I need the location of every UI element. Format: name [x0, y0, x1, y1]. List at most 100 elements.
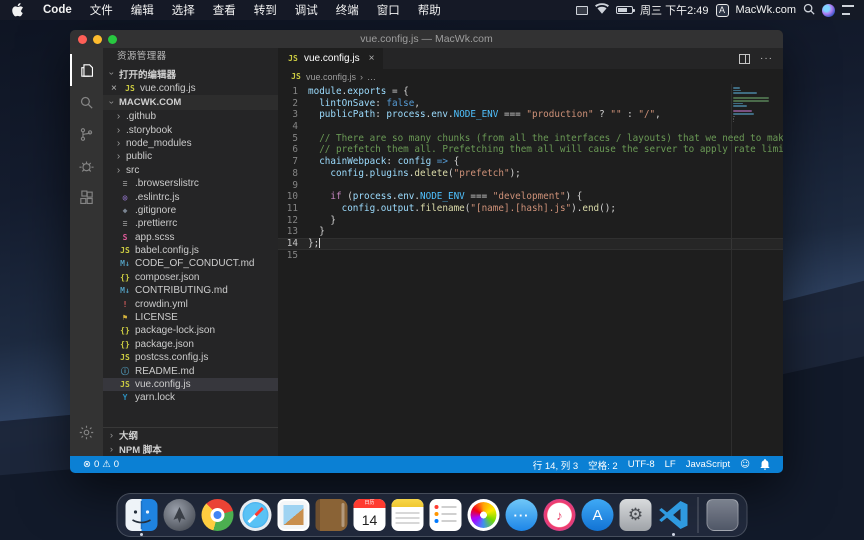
menu-item-5[interactable]: 调试: [286, 5, 327, 17]
status-item-0[interactable]: 行 14, 列 3: [528, 458, 583, 472]
file-row-babel.config.js[interactable]: JSbabel.config.js: [103, 244, 278, 257]
status-item-2[interactable]: UTF-8: [623, 459, 660, 470]
extensions-icon[interactable]: [70, 182, 103, 214]
file-row-package-lock.json[interactable]: {}package-lock.json: [103, 324, 278, 337]
folder-row-node_modules[interactable]: ›node_modules: [103, 137, 278, 150]
battery-icon[interactable]: [616, 6, 633, 14]
file-row-composer.json[interactable]: {}composer.json: [103, 271, 278, 284]
file-row-yarn.lock[interactable]: Yyarn.lock: [103, 391, 278, 404]
feedback-smiley-icon[interactable]: ☺: [735, 459, 755, 470]
open-editor-item[interactable]: × JS vue.config.js: [103, 81, 278, 95]
menu-item-3[interactable]: 查看: [204, 5, 245, 17]
input-method-icon[interactable]: A: [716, 4, 729, 17]
menu-item-4[interactable]: 转到: [245, 5, 286, 17]
display-icon[interactable]: [576, 6, 588, 15]
file-row-postcss.config.js[interactable]: JSpostcss.config.js: [103, 351, 278, 364]
code-line-8[interactable]: 8 config.plugins.delete("prefetch");: [278, 168, 783, 180]
code-line-4[interactable]: 4: [278, 121, 783, 133]
file-row-.eslintrc.js[interactable]: ◎.eslintrc.js: [103, 190, 278, 203]
code-line-11[interactable]: 11 config.output.filename("[name].[hash]…: [278, 203, 783, 215]
file-row-README.md[interactable]: ⓘREADME.md: [103, 364, 278, 377]
source-control-icon[interactable]: [70, 118, 103, 150]
file-row-.browserslistrc[interactable]: ≡.browserslistrc: [103, 177, 278, 190]
code-line-1[interactable]: 1module.exports = {: [278, 86, 783, 98]
spotlight-icon[interactable]: [803, 3, 815, 18]
file-row-CODE_OF_CONDUCT.md[interactable]: M↓CODE_OF_CONDUCT.md: [103, 257, 278, 270]
explorer-icon[interactable]: [70, 54, 103, 86]
breadcrumb[interactable]: JS vue.config.js › …: [278, 69, 783, 84]
close-icon[interactable]: ×: [111, 83, 120, 94]
dock-safari-icon[interactable]: [239, 498, 273, 532]
menu-item-6[interactable]: 终端: [327, 5, 368, 17]
code-line-9[interactable]: 9: [278, 180, 783, 192]
manage-gear-icon[interactable]: [70, 416, 103, 448]
tab-close-icon[interactable]: ×: [369, 53, 375, 64]
folder-row-src[interactable]: ›src: [103, 164, 278, 177]
menu-item-0[interactable]: 文件: [81, 5, 122, 17]
menu-clock[interactable]: 周三 下午2:49: [640, 2, 708, 18]
code-line-13[interactable]: 13 }: [278, 226, 783, 238]
code-line-3[interactable]: 3 publicPath: process.env.NODE_ENV === "…: [278, 109, 783, 121]
siri-icon[interactable]: [822, 4, 835, 17]
file-row-package.json[interactable]: {}package.json: [103, 338, 278, 351]
dock-chrome-icon[interactable]: [201, 498, 235, 532]
dock-system-preferences-icon[interactable]: [619, 498, 653, 532]
file-row-.prettierrc[interactable]: ≡.prettierrc: [103, 217, 278, 230]
dock-trash-icon[interactable]: [706, 498, 740, 532]
project-section-header[interactable]: › MACWK.COM: [103, 95, 278, 110]
dock-messages-icon[interactable]: [505, 498, 539, 532]
code-line-12[interactable]: 12 }: [278, 215, 783, 227]
code-line-10[interactable]: 10 if (process.env.NODE_ENV === "develop…: [278, 191, 783, 203]
dock-reminders-icon[interactable]: [429, 498, 463, 532]
code-line-14[interactable]: 14};: [278, 238, 783, 250]
outline-section[interactable]: › 大纲: [103, 428, 278, 442]
file-row-vue.config.js[interactable]: JSvue.config.js: [103, 378, 278, 391]
dock-vscode-icon[interactable]: [657, 498, 691, 532]
folder-row-public[interactable]: ›public: [103, 150, 278, 163]
problems-status[interactable]: ⊗ 0 ⚠ 0: [78, 459, 124, 470]
dock-itunes-icon[interactable]: [543, 498, 577, 532]
menu-account[interactable]: MacWk.com: [736, 4, 797, 16]
code-editor[interactable]: 1module.exports = {2 lintOnSave: false,3…: [278, 84, 783, 456]
debug-icon[interactable]: [70, 150, 103, 182]
file-row-app.scss[interactable]: Sapp.scss: [103, 231, 278, 244]
wifi-icon[interactable]: [595, 3, 609, 17]
code-line-6[interactable]: 6 // prefetch them all. Prefetching them…: [278, 144, 783, 156]
menu-item-8[interactable]: 帮助: [409, 5, 450, 17]
code-line-5[interactable]: 5 // There are so many chunks (from all …: [278, 133, 783, 145]
dock-mail-icon[interactable]: [277, 498, 311, 532]
menu-item-1[interactable]: 编辑: [122, 5, 163, 17]
file-row-.gitignore[interactable]: ◆.gitignore: [103, 204, 278, 217]
split-editor-icon[interactable]: [739, 54, 750, 64]
search-icon[interactable]: [70, 86, 103, 118]
dock-calendar-icon[interactable]: 日历14: [353, 498, 387, 532]
apple-menu[interactable]: [12, 3, 24, 17]
file-row-CONTRIBUTING.md[interactable]: M↓CONTRIBUTING.md: [103, 284, 278, 297]
npm-scripts-section[interactable]: › NPM 脚本: [103, 442, 278, 456]
menu-item-app[interactable]: Code: [34, 4, 81, 16]
code-line-15[interactable]: 15: [278, 250, 783, 262]
open-editors-header[interactable]: › 打开的编辑器: [103, 66, 278, 81]
dock-photos-icon[interactable]: [467, 498, 501, 532]
breadcrumb-file[interactable]: vue.config.js: [306, 72, 356, 82]
folder-row-.github[interactable]: ›.github: [103, 110, 278, 123]
dock-launchpad-icon[interactable]: [163, 498, 197, 532]
folder-row-.storybook[interactable]: ›.storybook: [103, 123, 278, 136]
status-item-3[interactable]: LF: [660, 459, 681, 470]
code-line-7[interactable]: 7 chainWebpack: config => {: [278, 156, 783, 168]
menu-item-7[interactable]: 窗口: [368, 5, 409, 17]
notification-center-icon[interactable]: [842, 5, 854, 15]
bell-icon[interactable]: [755, 459, 775, 470]
file-row-crowdin.yml[interactable]: !crowdin.yml: [103, 297, 278, 310]
dock-notes-icon[interactable]: [391, 498, 425, 532]
tab-vue-config-js[interactable]: JS vue.config.js ×: [278, 48, 383, 69]
more-actions-icon[interactable]: ···: [760, 53, 773, 64]
code-line-2[interactable]: 2 lintOnSave: false,: [278, 98, 783, 110]
dock-app-store-icon[interactable]: [581, 498, 615, 532]
status-item-1[interactable]: 空格: 2: [583, 458, 623, 472]
menu-item-2[interactable]: 选择: [163, 5, 204, 17]
dock-contacts-icon[interactable]: [315, 498, 349, 532]
dock-finder-icon[interactable]: [125, 498, 159, 532]
status-item-4[interactable]: JavaScript: [681, 459, 735, 470]
file-row-LICENSE[interactable]: ⚑LICENSE: [103, 311, 278, 324]
